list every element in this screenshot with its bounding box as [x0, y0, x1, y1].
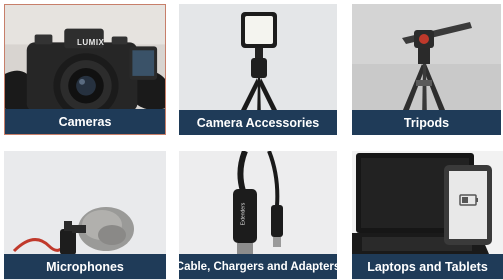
- category-tile-laptops-tablets[interactable]: Laptops and Tablets: [352, 151, 503, 280]
- cable-brand-text: Extenders: [240, 202, 247, 226]
- category-label: Tripods: [352, 110, 501, 135]
- camera-brand-text: LUMIX: [77, 38, 105, 47]
- category-label: Laptops and Tablets: [352, 254, 503, 279]
- category-tile-cables-chargers-adapters[interactable]: Extenders Cable, Chargers and Adapters: [179, 151, 337, 280]
- category-tile-microphones[interactable]: Microphones: [4, 151, 166, 280]
- category-tile-camera-accessories[interactable]: Camera Accessories: [179, 4, 337, 135]
- category-tile-cameras[interactable]: LUMIX Cameras: [4, 4, 166, 135]
- category-label: Microphones: [4, 254, 166, 279]
- category-label: Cable, Chargers and Adapters: [179, 254, 337, 279]
- category-label: Cameras: [5, 109, 165, 134]
- category-tile-tripods[interactable]: Tripods: [352, 4, 501, 135]
- category-label: Camera Accessories: [179, 110, 337, 135]
